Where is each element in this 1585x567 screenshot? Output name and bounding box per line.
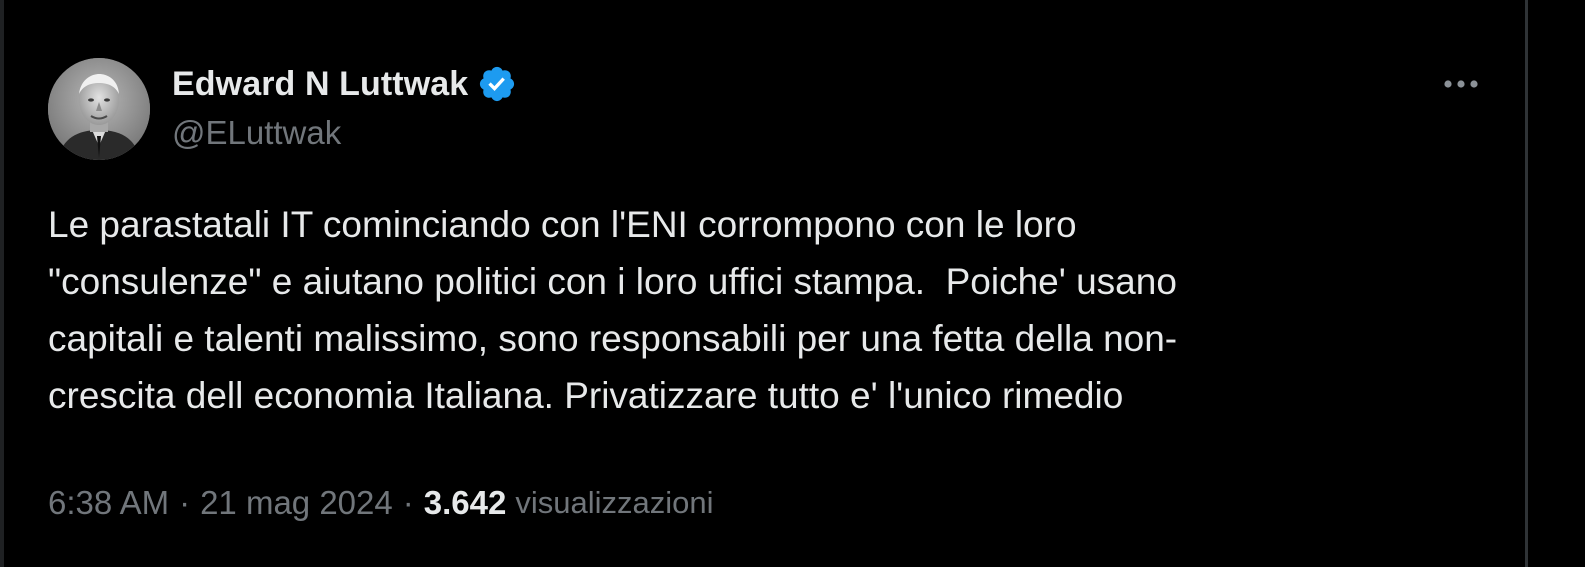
tweet-card: Edward N Luttwak @ELuttwak Le parastatal… — [0, 0, 1525, 567]
tweet-text-line: crescita dell economia Italiana. Privati… — [48, 375, 1124, 416]
author-display-name[interactable]: Edward N Luttwak — [172, 65, 468, 104]
verified-badge-icon[interactable] — [477, 64, 517, 104]
views-label: visualizzazioni — [515, 485, 714, 520]
right-edge-divider — [1525, 0, 1528, 567]
tweet-text-line: "consulenze" e aiutano politici con i lo… — [48, 261, 1177, 302]
views-count[interactable]: 3.642 — [424, 484, 507, 522]
tweet-time[interactable]: 6:38 AM — [48, 484, 169, 522]
tweet-metadata: 6:38 AM · 21 mag 2024 · 3.642 visualizza… — [48, 478, 713, 528]
author-name-row: Edward N Luttwak — [172, 62, 517, 106]
avatar[interactable] — [48, 58, 150, 160]
tweet-text-line: capitali e talenti malissimo, sono respo… — [48, 318, 1178, 359]
meta-separator: · — [179, 484, 191, 521]
tweet-text-line: Le parastatali IT cominciando con l'ENI … — [48, 204, 1077, 245]
author-handle[interactable]: @ELuttwak — [172, 114, 341, 152]
more-options-button[interactable] — [1438, 66, 1484, 102]
tweet-date[interactable]: 21 mag 2024 — [200, 484, 393, 522]
avatar-portrait-image — [48, 58, 150, 160]
tweet-text: Le parastatali IT cominciando con l'ENI … — [48, 196, 1468, 424]
more-horizontal-icon — [1444, 80, 1478, 88]
meta-separator: · — [402, 484, 414, 521]
